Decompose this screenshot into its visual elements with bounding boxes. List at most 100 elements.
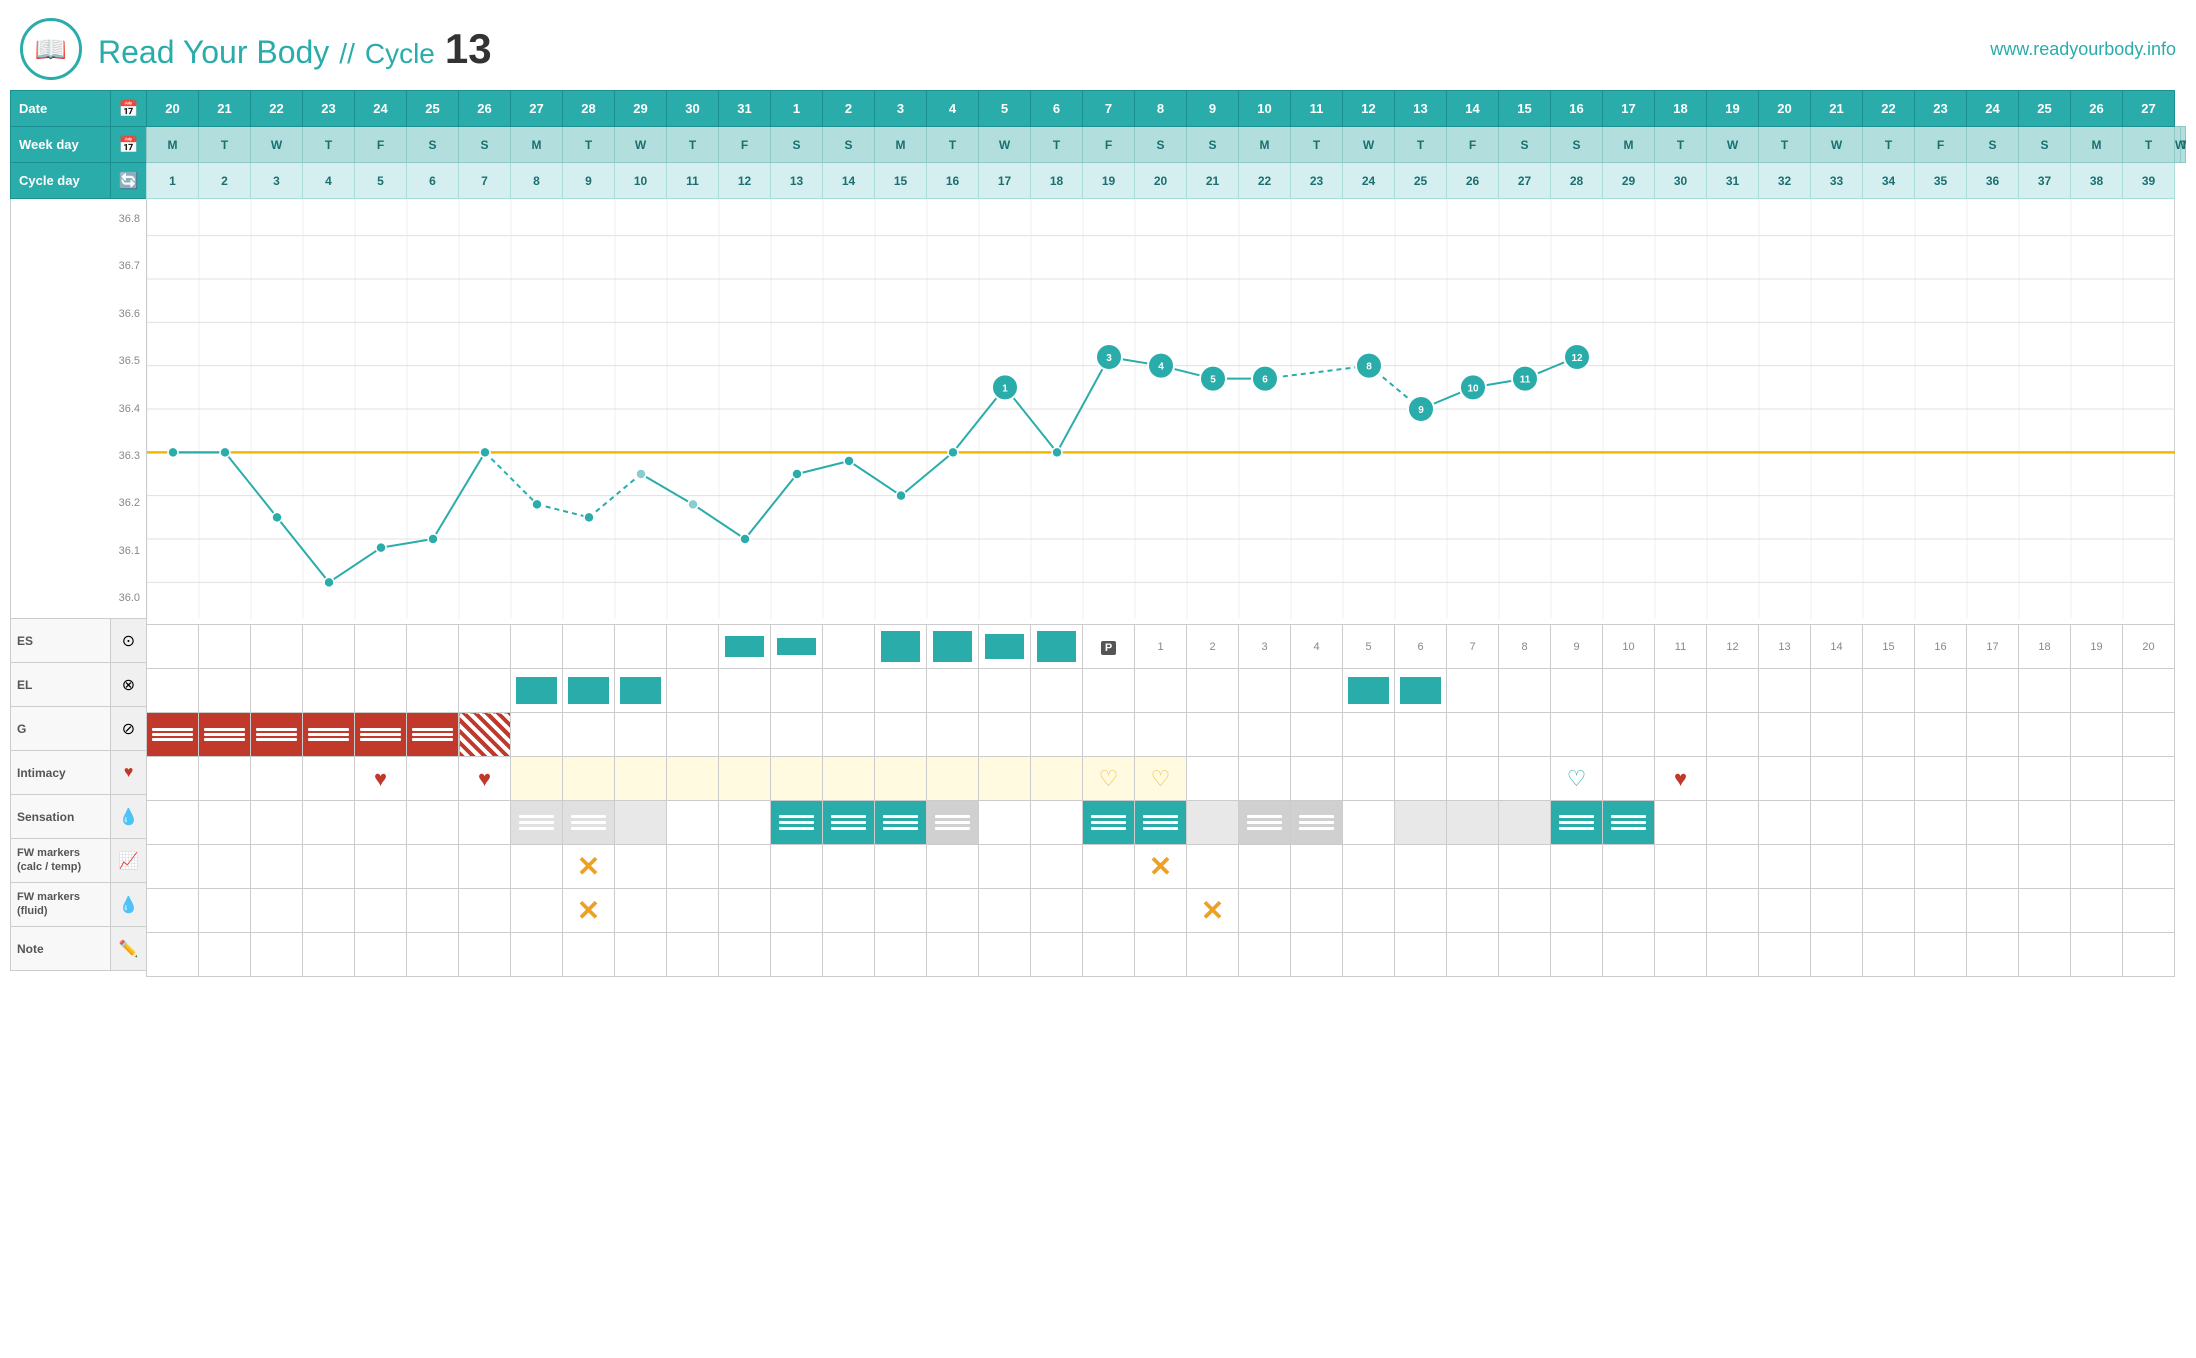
sensation-cell-35 [1967, 801, 2019, 845]
app-name: Read Your Body [98, 34, 329, 71]
sensation-cell-7 [511, 801, 563, 845]
cycleday-label-row: Cycle day 🔄 [11, 163, 147, 199]
sensation-cell-32 [1811, 801, 1863, 845]
fwf-cell-26 [1499, 889, 1551, 933]
es-cell-3 [303, 625, 355, 669]
cycleday-cell-13: 14 [823, 163, 875, 199]
g-cell-29 [1655, 713, 1707, 757]
el-cell-35 [1967, 669, 2019, 713]
note-cell-1 [199, 933, 251, 977]
weekday-cell-2: W [251, 127, 303, 163]
g-cell-16 [979, 713, 1031, 757]
g-cell-28 [1603, 713, 1655, 757]
fwf-label: FW markers(fluid) [11, 883, 111, 927]
g-cell-19 [1135, 713, 1187, 757]
fwf-cell-11 [719, 889, 771, 933]
fwf-cell-32 [1811, 889, 1863, 933]
cycleday-cell-15: 16 [927, 163, 979, 199]
date-cell-24: 13 [1395, 91, 1447, 127]
date-cell-38: 27 [2123, 91, 2175, 127]
intimacy-cell-35 [1967, 757, 2019, 801]
sensation-cell-11 [719, 801, 771, 845]
note-cell-14 [875, 933, 927, 977]
el-cell-15 [927, 669, 979, 713]
date-cell-31: 20 [1759, 91, 1811, 127]
fwct-cell-20 [1187, 845, 1239, 889]
fwf-cell-23 [1343, 889, 1395, 933]
intimacy-cell-36 [2019, 757, 2071, 801]
g-cell-9 [615, 713, 667, 757]
el-cell-18 [1083, 669, 1135, 713]
sensation-cell-8 [563, 801, 615, 845]
es-cell-38: 20 [2123, 625, 2175, 669]
weekday-cell-11: F [719, 127, 771, 163]
cycleday-cell-36: 37 [2019, 163, 2071, 199]
sensation-cell-26 [1499, 801, 1551, 845]
note-cell-2 [251, 933, 303, 977]
date-cell-33: 22 [1863, 91, 1915, 127]
g-cell-11 [719, 713, 771, 757]
fwct-data-row: ✕✕ [147, 845, 2186, 889]
note-cell-11 [719, 933, 771, 977]
note-cell-27 [1551, 933, 1603, 977]
date-cell-4: 24 [355, 91, 407, 127]
cycleday-cell-3: 4 [303, 163, 355, 199]
fwct-cell-23 [1343, 845, 1395, 889]
fwct-cell-31 [1759, 845, 1811, 889]
intimacy-cell-10 [667, 757, 719, 801]
fwct-label: FW markers(calc / temp) [11, 839, 111, 883]
note-cell-38 [2123, 933, 2175, 977]
fwct-cell-11 [719, 845, 771, 889]
weekday-label-row: Week day 📅 [11, 127, 147, 163]
website-link[interactable]: www.readyourbody.info [1990, 39, 2176, 60]
el-cell-22 [1291, 669, 1343, 713]
g-cell-20 [1187, 713, 1239, 757]
fwf-cell-2 [251, 889, 303, 933]
el-cell-16 [979, 669, 1031, 713]
note-cell-9 [615, 933, 667, 977]
fwct-cell-14 [875, 845, 927, 889]
note-cell-31 [1759, 933, 1811, 977]
g-cell-22 [1291, 713, 1343, 757]
intimacy-cell-21 [1239, 757, 1291, 801]
fwct-cell-33 [1863, 845, 1915, 889]
chart-svg: 1345689101112 [147, 199, 2175, 619]
date-cell-28: 17 [1603, 91, 1655, 127]
fwf-cell-20: ✕ [1187, 889, 1239, 933]
svg-text:6: 6 [1262, 375, 1268, 386]
chart-cell: 1345689101112 [147, 199, 2175, 625]
sensation-cell-24 [1395, 801, 1447, 845]
note-icon: ✏️ [111, 927, 147, 971]
date-cell-8: 28 [563, 91, 615, 127]
fwf-cell-15 [927, 889, 979, 933]
y-label-368: 36.8 [13, 213, 140, 225]
date-cell-17: 6 [1031, 91, 1083, 127]
fwf-cell-21 [1239, 889, 1291, 933]
sensation-icon: 💧 [111, 795, 147, 839]
weekday-cell-18: F [1083, 127, 1135, 163]
fwf-cell-14 [875, 889, 927, 933]
es-cell-26: 8 [1499, 625, 1551, 669]
fwct-cell-21 [1239, 845, 1291, 889]
el-cell-30 [1707, 669, 1759, 713]
weekday-cell-15: T [927, 127, 979, 163]
cycleday-cell-38: 39 [2123, 163, 2175, 199]
fwct-cell-2 [251, 845, 303, 889]
fwct-cell-35 [1967, 845, 2019, 889]
es-cell-9 [615, 625, 667, 669]
date-cell-16: 5 [979, 91, 1031, 127]
weekday-header-label: Week day [11, 127, 111, 163]
intimacy-cell-22 [1291, 757, 1343, 801]
g-cell-15 [927, 713, 979, 757]
intimacy-cell-12 [771, 757, 823, 801]
es-cell-14 [875, 625, 927, 669]
fwct-cell-28 [1603, 845, 1655, 889]
sensation-cell-5 [407, 801, 459, 845]
g-cell-14 [875, 713, 927, 757]
intimacy-cell-26 [1499, 757, 1551, 801]
weekday-cell-13: S [823, 127, 875, 163]
g-cell-31 [1759, 713, 1811, 757]
g-cell-2 [251, 713, 303, 757]
el-cell-3 [303, 669, 355, 713]
fwf-cell-7 [511, 889, 563, 933]
